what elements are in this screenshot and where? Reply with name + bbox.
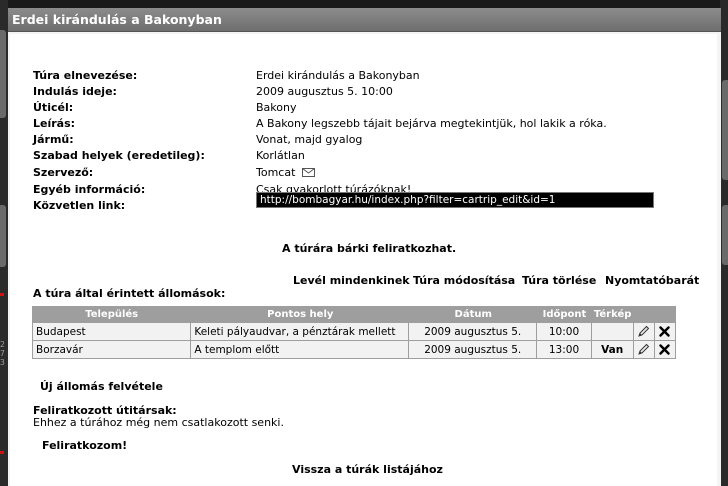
cell-date: 2009 augusztus 5. [409,341,538,359]
new-station-link[interactable]: Új állomás felvétele [40,380,163,393]
column-header-date: Dátum [409,306,538,323]
cell-time: 10:00 [537,323,592,341]
open-notice: A túrára bárki feliratkozhat. [282,242,457,255]
column-header-delete [654,306,676,323]
cell-place: A templom előtt [191,341,410,359]
info-value: Bakony [256,101,297,114]
column-header-map: Térkép [591,306,634,323]
info-label: Indulás ideje: [33,85,117,98]
delete-trip-link[interactable]: Túra törlése [522,274,596,287]
cell-date: 2009 augusztus 5. [409,323,538,341]
table-row: Borzavár A templom előtt 2009 augusztus … [32,341,676,359]
info-value: 2009 augusztus 5. 10:00 [256,85,393,98]
edit-trip-link[interactable]: Túra módosítása [413,274,515,287]
pencil-icon[interactable] [637,343,650,356]
window-title: Erdei kirándulás a Bakonyban [8,8,721,32]
pencil-icon[interactable] [637,325,650,338]
signup-link[interactable]: Feliratkozom! [42,439,127,452]
stations-heading: A túra által érintett állomások: [33,287,226,300]
info-label: Közvetlen link: [33,199,126,212]
column-header-place: Pontos hely [191,306,410,323]
info-label: Egyéb információ: [33,183,146,196]
cell-time: 13:00 [537,341,592,359]
cell-delete [654,341,676,359]
info-label: Úticél: [33,101,74,114]
left-frame-tab [0,205,6,267]
trip-window: Erdei kirándulás a Bakonyban Túra elneve… [8,8,721,486]
info-value: Vonat, majd gyalog [256,133,363,146]
cell-map [591,323,634,341]
print-friendly-link[interactable]: Nyomtatóbarát [605,274,699,287]
info-label: Szabad helyek (eredetileg): [33,149,205,162]
info-value: Korlátlan [256,149,305,162]
organizer-name: Tomcat [256,166,296,179]
cell-place: Keleti pályaudvar, a pénztárak mellett [191,323,410,341]
info-label: Leírás: [33,117,76,130]
info-label: Jármű: [33,133,74,146]
organizer-value: Tomcat [256,165,315,181]
column-header-time: Időpont [537,306,592,323]
delete-icon[interactable] [659,326,671,337]
red-marker [0,451,4,454]
direct-link-field[interactable]: http://bombagyar.hu/index.php?filter=car… [256,192,654,208]
map-link[interactable]: Van [591,341,634,359]
table-header-row: Település Pontos hely Dátum Időpont Térk… [32,306,676,323]
cell-edit [633,323,655,341]
participants-empty-text: Ehhez a túrához még nem csatlakozott sen… [33,416,284,429]
side-digits: 2 7 3 [0,340,5,367]
left-frame: 2 7 3 [0,0,8,486]
right-frame [720,0,728,486]
cell-delete [654,323,676,341]
table-row: Budapest Keleti pályaudvar, a pénztárak … [32,323,676,341]
delete-icon[interactable] [659,344,671,355]
mail-icon[interactable] [301,168,315,177]
info-value: Erdei kirándulás a Bakonyban [256,69,420,82]
right-frame-tab [722,80,728,180]
left-frame-tab [0,30,6,118]
info-value: A Bakony legszebb tájait bejárva megteki… [256,117,607,130]
red-marker [0,293,4,296]
column-header-town: Település [32,306,192,323]
info-label: Szervező: [33,166,94,179]
cell-town: Borzavár [32,341,192,359]
letter-all-link[interactable]: Levél mindenkinek [293,274,410,287]
right-frame-tab [722,205,728,265]
cell-town: Budapest [32,323,192,341]
info-label: Túra elnevezése: [33,69,138,82]
stations-table: Település Pontos hely Dátum Időpont Térk… [32,306,676,359]
column-header-edit [633,306,655,323]
trip-content: Túra elnevezése: Erdei kirándulás a Bako… [10,34,717,486]
back-to-list-link[interactable]: Vissza a túrák listájához [292,463,443,476]
cell-edit [633,341,655,359]
